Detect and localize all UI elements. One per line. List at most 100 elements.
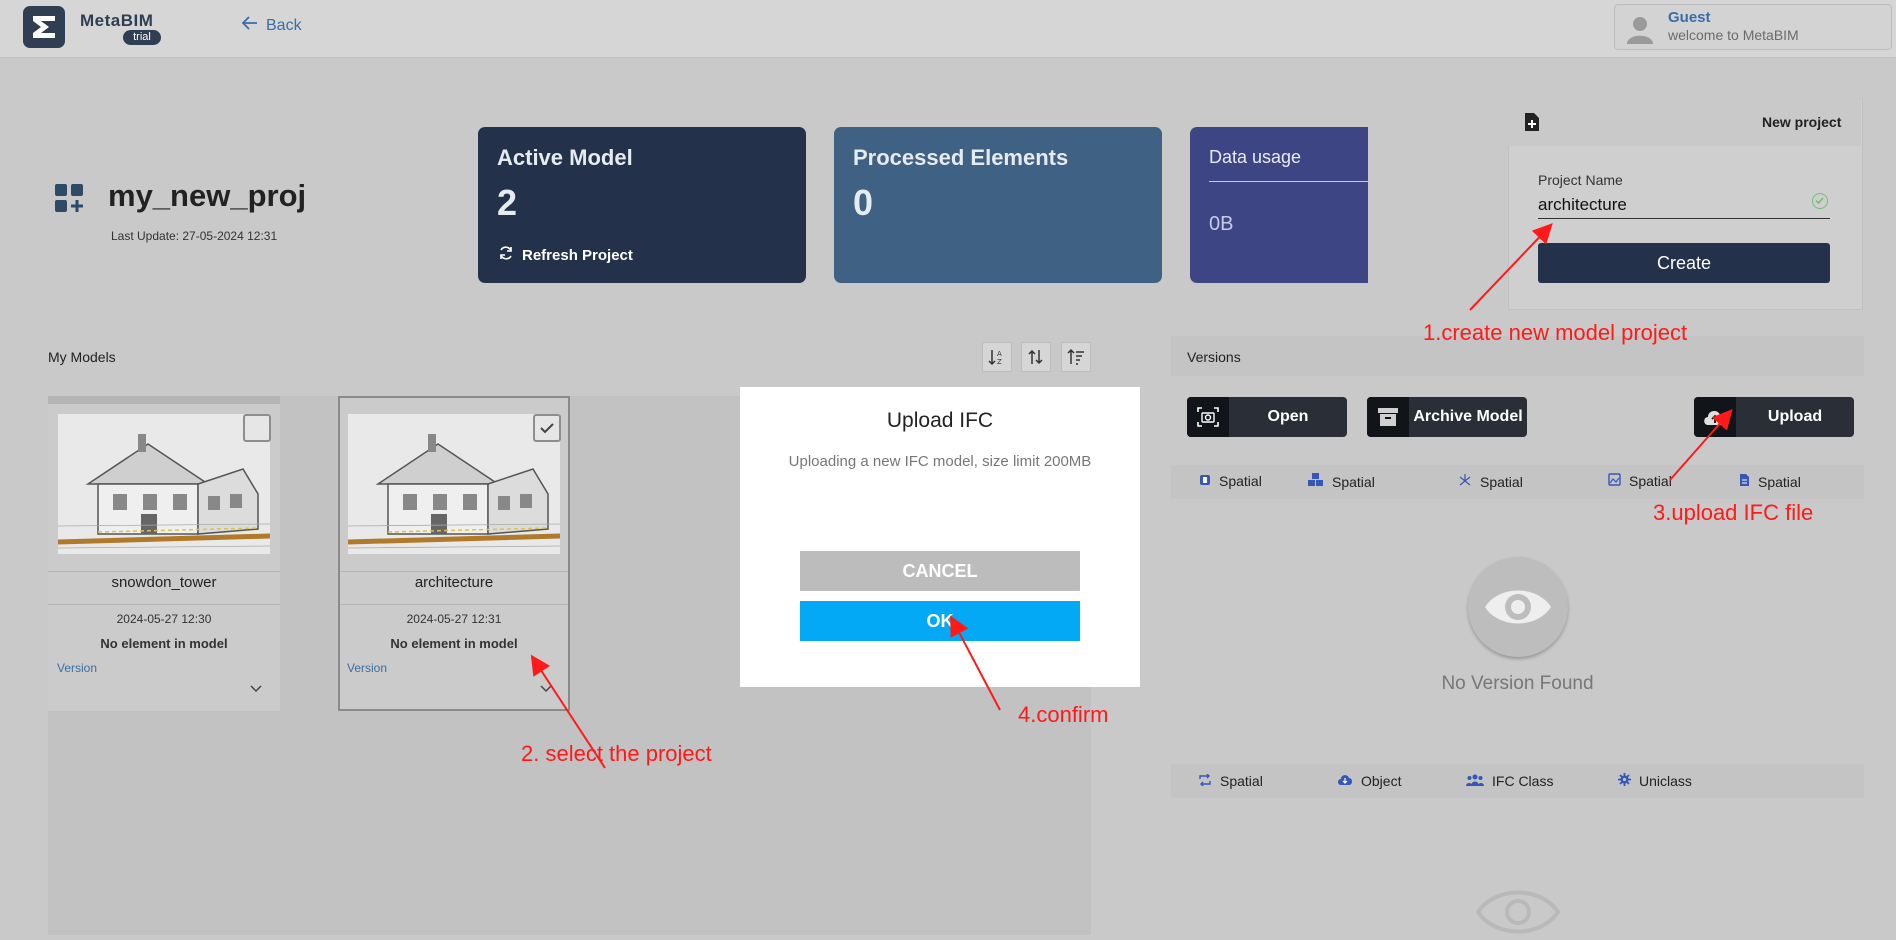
model-date: 2024-05-27 12:30: [116, 612, 212, 626]
user-name: Guest: [1668, 9, 1711, 26]
annotation-step2: 2. select the project: [521, 741, 712, 766]
box-icon: [1199, 473, 1211, 489]
tab-spatial-1[interactable]: Spatial: [1199, 473, 1262, 489]
data-usage-card: Data usage 0B: [1190, 127, 1368, 283]
model-status: No element in model: [100, 636, 228, 651]
tab-label: Spatial: [1332, 473, 1375, 490]
tab-spatial-4[interactable]: Spatial: [1608, 473, 1672, 489]
divider: [340, 571, 568, 572]
divider: [48, 571, 280, 572]
tab-spatial-bottom[interactable]: Spatial: [1198, 773, 1263, 789]
chevron-down-icon[interactable]: [540, 680, 552, 696]
apps-add-icon: [54, 183, 86, 220]
chevron-down-icon[interactable]: [250, 680, 262, 696]
tab-label: Spatial: [1219, 473, 1262, 489]
annotation-step1: 1.create new model project: [1423, 320, 1688, 345]
processed-elements-card: Processed Elements 0: [834, 127, 1162, 283]
archive-icon: [1367, 397, 1409, 437]
sort-list-icon: [1067, 348, 1084, 365]
sort-list-button[interactable]: [1061, 342, 1091, 372]
project-name-input[interactable]: [1538, 192, 1830, 219]
model-name: snowdon_tower: [111, 574, 217, 591]
model-name: architecture: [414, 574, 494, 591]
upload-ifc-dialog: Upload IFC Uploading a new IFC model, si…: [740, 387, 1140, 687]
active-model-value: 2: [497, 182, 518, 223]
model-checkbox-checked[interactable]: [533, 414, 561, 442]
new-document-icon: [1524, 112, 1540, 137]
sort-updown-button[interactable]: [1021, 342, 1051, 372]
axes-icon: [1458, 473, 1472, 490]
refresh-label: Refresh Project: [522, 246, 633, 264]
house-sketch-thumbnail: [348, 414, 560, 554]
back-button[interactable]: Back: [241, 16, 302, 35]
data-usage-value: 0B: [1209, 213, 1234, 235]
tab-spatial-2[interactable]: Spatial: [1308, 473, 1375, 490]
tab-object[interactable]: Object: [1337, 773, 1401, 789]
sort-updown-icon: [1028, 349, 1043, 365]
tab-label: Spatial: [1629, 473, 1672, 489]
tab-spatial-5[interactable]: Spatial: [1739, 473, 1801, 490]
upload-label: Upload: [1767, 408, 1823, 425]
tab-ifc-class[interactable]: IFC Class: [1466, 773, 1553, 789]
project-title: my_new_proj: [108, 178, 307, 213]
image-icon: [1608, 473, 1621, 489]
model-checkbox[interactable]: [243, 414, 271, 442]
brand-name: MetaBIM: [80, 11, 154, 30]
card-topbar: [48, 396, 280, 404]
model-version-link[interactable]: Version: [347, 661, 387, 675]
versions-label: Versions: [1187, 349, 1241, 365]
refresh-icon: [498, 245, 514, 265]
processed-title: Processed Elements: [853, 145, 1069, 170]
model-version-link[interactable]: Version: [57, 661, 97, 675]
cancel-button[interactable]: CANCEL: [800, 551, 1080, 591]
ok-button[interactable]: OK: [800, 601, 1080, 641]
model-date: 2024-05-27 12:31: [406, 612, 502, 626]
archive-model-button[interactable]: Archive Model: [1367, 397, 1527, 437]
annotation-step4: 4.confirm: [1018, 702, 1109, 727]
back-label: Back: [266, 16, 302, 34]
tab-uniclass[interactable]: Uniclass: [1618, 773, 1692, 789]
dialog-message: Uploading a new IFC model, size limit 20…: [788, 453, 1092, 470]
model-card-selected[interactable]: architecture 2024-05-27 12:31 No element…: [338, 396, 570, 711]
check-circle-icon: [1812, 193, 1828, 209]
new-project-label: New project: [1762, 114, 1842, 130]
data-usage-title: Data usage: [1209, 147, 1302, 167]
document-icon: [1739, 473, 1750, 490]
camera-icon: [1187, 397, 1229, 437]
eye-icon: [1468, 557, 1568, 657]
metabim-logo[interactable]: [23, 6, 65, 48]
gear-icon: [1618, 773, 1631, 789]
house-sketch-thumbnail: [58, 414, 270, 554]
project-name-label: Project Name: [1538, 172, 1623, 188]
cubes-icon: [1308, 473, 1324, 490]
open-button[interactable]: Open: [1187, 397, 1347, 437]
upload-button[interactable]: Upload: [1694, 397, 1854, 437]
user-subtitle: welcome to MetaBIM: [1668, 27, 1799, 43]
tab-label: Object: [1361, 773, 1402, 789]
tab-label: Spatial: [1220, 773, 1263, 789]
no-version-text: No Version Found: [1441, 673, 1594, 694]
create-button[interactable]: Create: [1538, 243, 1830, 283]
model-card[interactable]: snowdon_tower 2024-05-27 12:30 No elemen…: [48, 396, 280, 711]
repeat-icon: [1198, 773, 1212, 789]
tab-spatial-3[interactable]: Spatial: [1458, 473, 1523, 490]
sort-alpha-button[interactable]: AZ: [982, 342, 1012, 372]
user-avatar-icon: [1625, 14, 1655, 44]
arrow-left-icon: [241, 16, 258, 35]
model-status: No element in model: [390, 636, 518, 651]
tab-label: Spatial: [1480, 473, 1523, 490]
processed-value: 0: [853, 182, 874, 223]
svg-text:Z: Z: [997, 358, 1002, 366]
refresh-project-button[interactable]: Refresh Project: [498, 245, 633, 265]
divider: [340, 604, 568, 605]
tab-label: Uniclass: [1639, 773, 1692, 789]
project-last-update: Last Update: 27-05-2024 12:31: [111, 229, 278, 243]
cloud-upload-icon: [1694, 397, 1736, 437]
divider: [1209, 181, 1368, 182]
tab-label: IFC Class: [1492, 773, 1554, 789]
my-models-label: My Models: [48, 349, 116, 365]
dialog-title: Upload IFC: [886, 409, 994, 432]
trial-badge: trial: [123, 30, 161, 45]
open-label: Open: [1267, 408, 1309, 425]
active-model-title: Active Model: [497, 145, 633, 170]
